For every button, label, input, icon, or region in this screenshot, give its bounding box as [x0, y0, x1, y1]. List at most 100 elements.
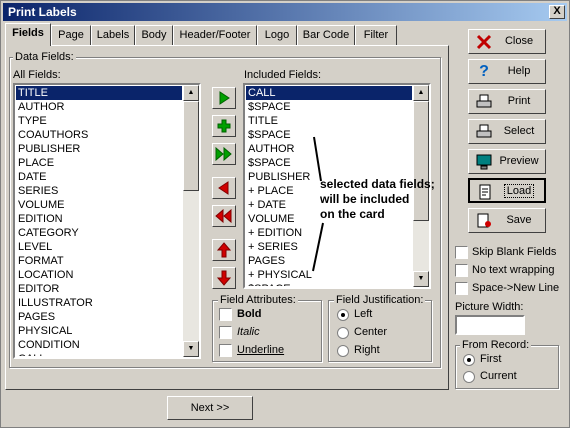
- list-item[interactable]: LOCATION: [16, 268, 182, 282]
- arrow-up-icon: [217, 242, 231, 258]
- scroll-thumb[interactable]: [413, 101, 429, 221]
- list-item[interactable]: TITLE: [16, 86, 182, 100]
- tab-fields[interactable]: Fields: [5, 23, 51, 46]
- scroll-down-arrow-icon[interactable]: ▼: [413, 271, 429, 287]
- tab-header-footer[interactable]: Header/Footer: [173, 25, 257, 45]
- scroll-up-arrow-icon[interactable]: ▲: [413, 85, 429, 101]
- from-record-first-label: First: [480, 353, 502, 365]
- list-item[interactable]: DATE: [16, 170, 182, 184]
- justify-left-label: Left: [354, 308, 373, 320]
- tab-body[interactable]: Body: [135, 25, 173, 45]
- list-item[interactable]: VOLUME: [16, 198, 182, 212]
- field-attributes-label: Field Attributes:: [218, 294, 298, 306]
- underline-label: Underline: [237, 344, 285, 356]
- remove-field-button[interactable]: [212, 177, 236, 199]
- add-field-plus-button[interactable]: [212, 115, 236, 137]
- picture-width-input[interactable]: [455, 315, 525, 335]
- close-x-icon: [475, 33, 493, 51]
- list-item[interactable]: COAUTHORS: [16, 128, 182, 142]
- list-item[interactable]: TITLE: [246, 114, 412, 128]
- all-fields-label: All Fields:: [13, 69, 61, 81]
- load-button-label: Load: [503, 184, 535, 198]
- list-item[interactable]: CALL: [16, 352, 182, 356]
- add-all-fields-button[interactable]: [212, 143, 236, 165]
- printer-icon: [475, 93, 493, 111]
- italic-label: Italic: [237, 326, 260, 338]
- scroll-down-arrow-icon[interactable]: ▼: [183, 341, 199, 357]
- space-new-line-checkbox[interactable]: [455, 282, 468, 295]
- all-fields-items: TITLE AUTHOR TYPE COAUTHORS PUBLISHER PLACE DA…: [16, 86, 182, 356]
- list-item[interactable]: PHYSICAL: [16, 324, 182, 338]
- print-labels-window: Print Labels X Fields Page Labels Body H…: [0, 0, 570, 428]
- scroll-up-arrow-icon[interactable]: ▲: [183, 85, 199, 101]
- annotation-line-3: on the card: [320, 207, 385, 221]
- close-button[interactable]: Close: [468, 29, 546, 54]
- preview-button[interactable]: Preview: [468, 149, 546, 174]
- justify-left-radio[interactable]: [337, 309, 349, 321]
- add-field-button[interactable]: [212, 87, 236, 109]
- print-button[interactable]: Print: [468, 89, 546, 114]
- list-item[interactable]: PUBLISHER: [16, 142, 182, 156]
- load-button[interactable]: Load: [468, 178, 546, 203]
- list-item[interactable]: PLACE: [16, 156, 182, 170]
- monitor-preview-icon: [475, 153, 493, 171]
- justify-center-label: Center: [354, 326, 388, 338]
- print-button-label: Print: [507, 95, 531, 107]
- from-record-current-radio[interactable]: [463, 371, 475, 383]
- bold-label: Bold: [237, 308, 262, 320]
- no-text-wrapping-label: No text wrapping: [472, 264, 555, 276]
- list-item[interactable]: SERIES: [16, 184, 182, 198]
- justify-center-radio[interactable]: [337, 327, 349, 339]
- save-button-label: Save: [506, 214, 532, 226]
- italic-checkbox[interactable]: [219, 326, 232, 339]
- move-field-down-button[interactable]: [212, 267, 236, 289]
- tab-logo[interactable]: Logo: [257, 25, 297, 45]
- select-button-label: Select: [503, 125, 535, 137]
- move-field-up-button[interactable]: [212, 239, 236, 261]
- list-item[interactable]: LEVEL: [16, 240, 182, 254]
- no-text-wrapping-checkbox[interactable]: [455, 264, 468, 277]
- arrow-left-icon: [218, 181, 229, 195]
- list-item[interactable]: $SPACE: [246, 100, 412, 114]
- tab-filter[interactable]: Filter: [355, 25, 397, 45]
- list-item[interactable]: CALL: [246, 86, 412, 100]
- select-button[interactable]: Select: [468, 119, 546, 144]
- list-item[interactable]: PAGES: [16, 310, 182, 324]
- printer-select-icon: [475, 123, 493, 141]
- load-document-icon: [476, 183, 494, 201]
- skip-blank-fields-checkbox[interactable]: [455, 246, 468, 259]
- window-close-button[interactable]: X: [549, 5, 565, 19]
- list-item[interactable]: EDITOR: [16, 282, 182, 296]
- all-fields-listbox[interactable]: TITLE AUTHOR TYPE COAUTHORS PUBLISHER PLACE DA…: [13, 83, 201, 359]
- scroll-thumb[interactable]: [183, 101, 199, 191]
- justify-right-radio[interactable]: [337, 345, 349, 357]
- bold-checkbox[interactable]: [219, 308, 232, 321]
- list-item[interactable]: EDITION: [16, 212, 182, 226]
- skip-blank-fields-label: Skip Blank Fields: [472, 246, 557, 258]
- data-fields-group-label: Data Fields:: [13, 51, 76, 63]
- help-button[interactable]: ? Help: [468, 59, 546, 84]
- next-button-label: Next >>: [190, 402, 230, 414]
- double-arrow-left-icon: [215, 209, 232, 223]
- tab-labels[interactable]: Labels: [91, 25, 135, 45]
- underline-checkbox[interactable]: [219, 344, 232, 357]
- window-title: Print Labels: [8, 5, 77, 19]
- tab-page[interactable]: Page: [51, 25, 91, 45]
- arrow-right-icon: [219, 91, 230, 105]
- save-button[interactable]: Save: [468, 208, 546, 233]
- remove-all-fields-button[interactable]: [212, 205, 236, 227]
- tab-bar-code[interactable]: Bar Code: [297, 25, 355, 45]
- all-fields-scrollbar[interactable]: ▲ ▼: [183, 85, 199, 357]
- next-button[interactable]: Next >>: [167, 396, 253, 420]
- plus-icon: [217, 119, 231, 133]
- list-item[interactable]: ILLUSTRATOR: [16, 296, 182, 310]
- list-item[interactable]: FORMAT: [16, 254, 182, 268]
- help-question-icon: ?: [479, 63, 489, 80]
- list-item[interactable]: $SPACE: [246, 282, 412, 286]
- from-record-first-radio[interactable]: [463, 354, 475, 366]
- list-item[interactable]: AUTHOR: [16, 100, 182, 114]
- list-item[interactable]: TYPE: [16, 114, 182, 128]
- list-item[interactable]: CONDITION: [16, 338, 182, 352]
- from-record-label: From Record:: [460, 339, 532, 351]
- list-item[interactable]: CATEGORY: [16, 226, 182, 240]
